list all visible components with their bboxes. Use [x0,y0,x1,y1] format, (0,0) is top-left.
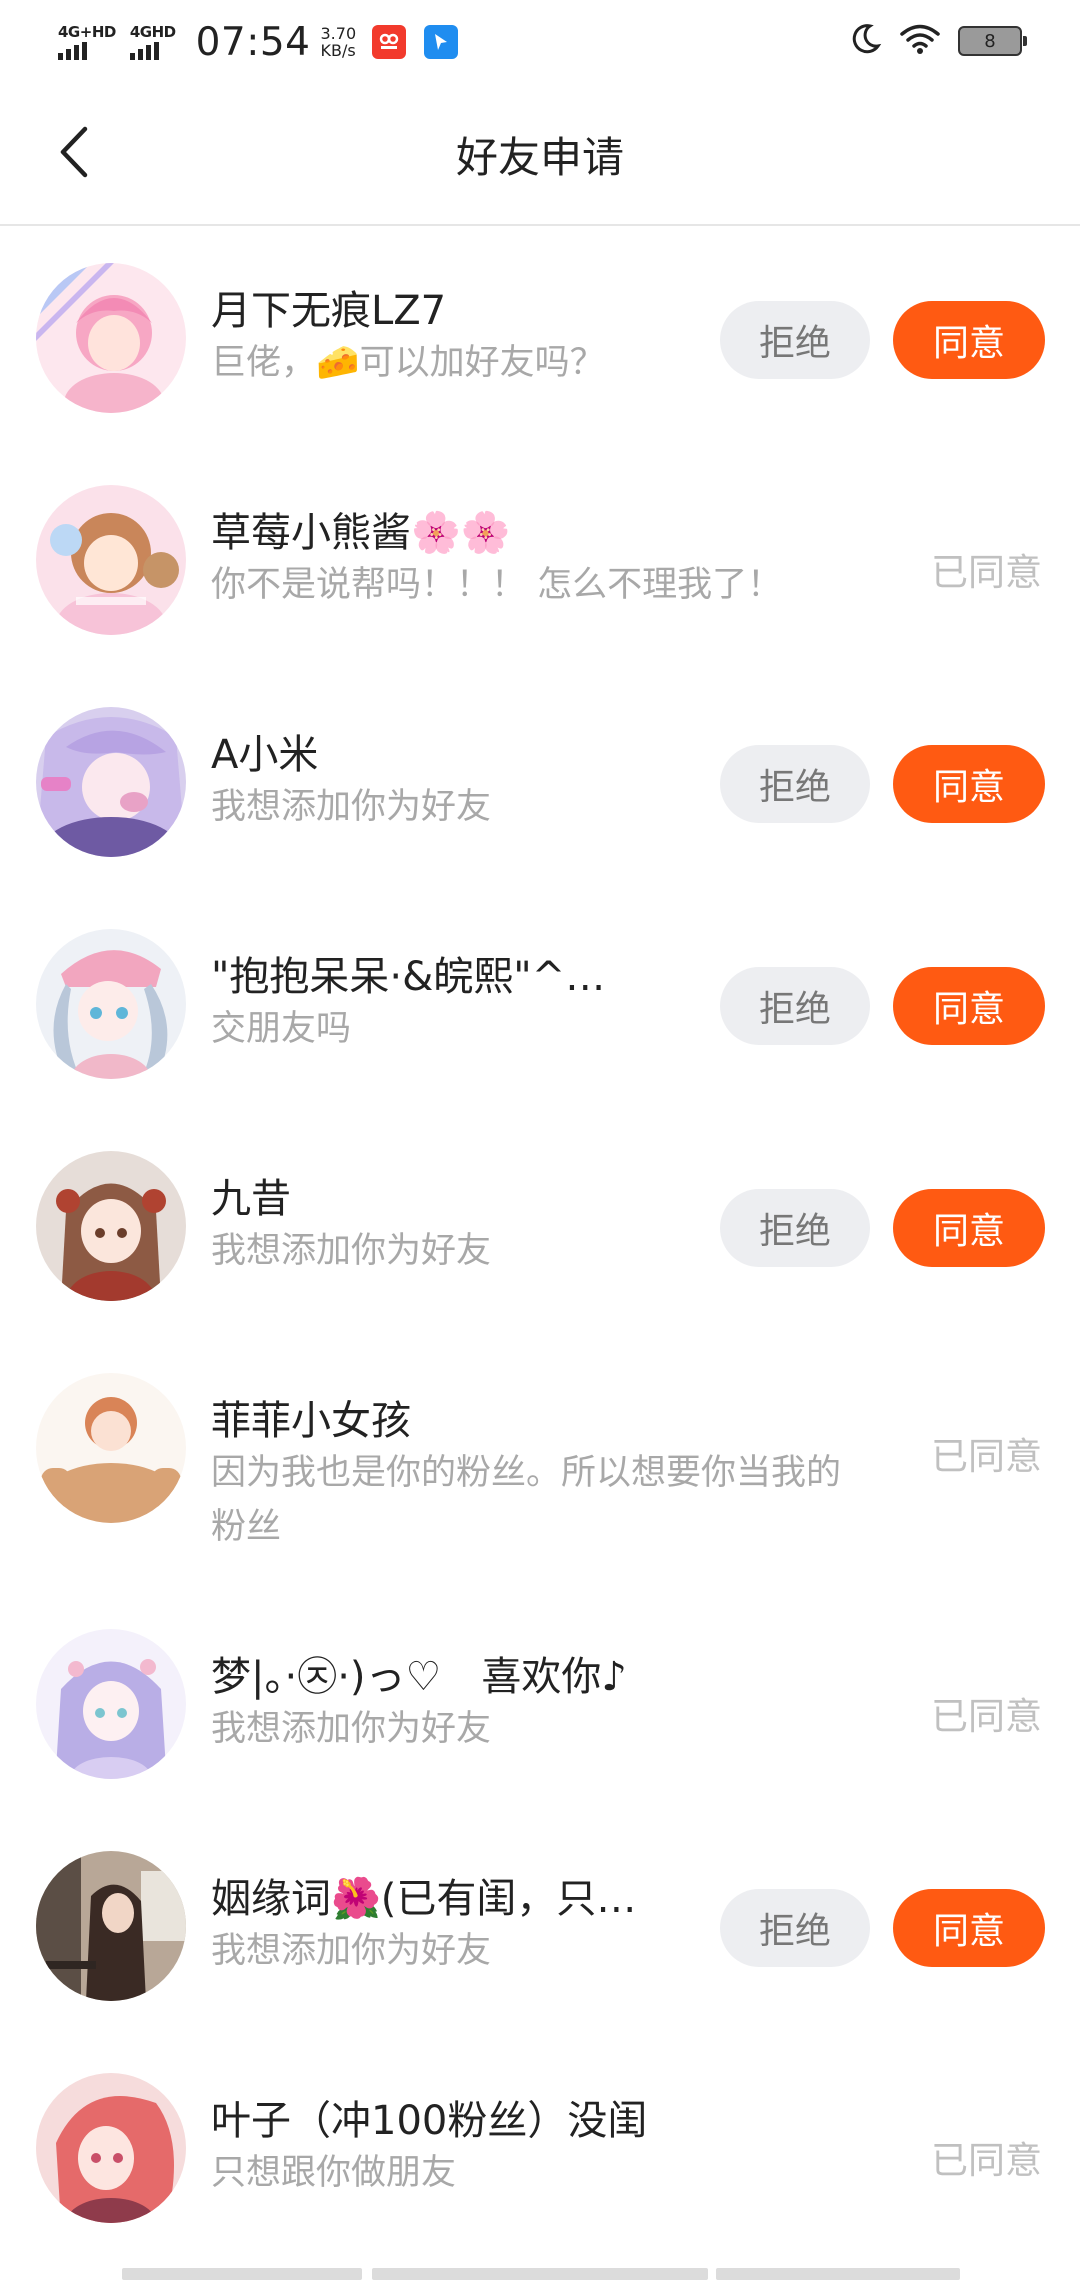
request-texts: A小米 我想添加你为好友 [211,730,491,834]
friend-request-row: 梦|。·㉨·)っ♡ 喜欢你♪ 我想添加你为好友 已同意 [0,1604,1080,1826]
signal-sim1-label: 4G+HD [58,23,116,41]
agree-button[interactable]: 同意 [893,1889,1045,1967]
request-texts: "抱抱呆呆·&皖熙"^… 交朋友吗 [211,952,605,1056]
avatar[interactable] [36,1629,186,1779]
bottom-tab-segment [716,2268,960,2280]
reject-button[interactable]: 拒绝 [720,745,870,823]
friend-request-row: 叶子（冲100粉丝）没闺 只想跟你做朋友 已同意 [0,2048,1080,2270]
requester-name: 梦|。·㉨·)っ♡ 喜欢你♪ [211,1654,627,1700]
moon-icon [848,22,882,60]
requester-name: 姻缘词🌺(已有闺，只… [211,1876,637,1922]
request-message: 交朋友吗 [211,1009,352,1049]
navigation-app-icon [424,25,459,59]
agree-button[interactable]: 同意 [893,967,1045,1045]
request-message: 你不是说帮吗！！！ 怎么不理我了！ [211,565,783,605]
agreed-status: 已同意 [931,1435,1042,1478]
reject-button[interactable]: 拒绝 [720,967,870,1045]
signal-bars-icon [58,42,87,60]
network-speed-unit: KB/s [320,41,356,60]
avatar[interactable] [36,263,186,413]
requester-name: A小米 [211,732,319,778]
request-message: 只想跟你做朋友 [211,2153,457,2193]
friend-request-row: 姻缘词🌺(已有闺，只… 我想添加你为好友 拒绝 同意 [0,1826,1080,2048]
request-texts: 菲菲小女孩 因为我也是你的粉丝。所以想要你当我的粉丝 [211,1396,871,1554]
request-message: 我想添加你为好友 [211,1709,492,1749]
agree-button[interactable]: 同意 [893,745,1045,823]
requester-name: 菲菲小女孩 [211,1398,411,1444]
avatar[interactable] [36,1373,186,1523]
avatar[interactable] [36,929,186,1079]
friend-request-row: 草莓小熊酱🌸🌸 你不是说帮吗！！！ 怎么不理我了！ 已同意 [0,460,1080,682]
request-texts: 姻缘词🌺(已有闺，只… 我想添加你为好友 [211,1874,636,1978]
bottom-tab-bar [0,2268,1080,2280]
requester-name: 月下无痕LZ7 [211,288,447,334]
request-texts: 月下无痕LZ7 巨佬，🧀可以加好友吗？ [211,286,605,390]
screen: 4G+HD 4GHD 07:54 3.70 KB/s 8 好友申请 月下无痕LZ… [0,0,1080,2280]
requester-name: 草莓小熊酱🌸🌸 [211,510,511,556]
signal-sim2-label: 4GHD [129,23,176,41]
request-message: 巨佬，🧀可以加好友吗？ [211,343,605,383]
bottom-tab-segment [122,2268,362,2280]
reject-button[interactable]: 拒绝 [720,301,870,379]
signal-sim2: 4GHD [129,23,176,60]
request-message: 因为我也是你的粉丝。所以想要你当我的粉丝 [211,1453,842,1547]
agree-button[interactable]: 同意 [893,1189,1045,1267]
avatar[interactable] [36,2073,186,2223]
request-texts: 梦|。·㉨·)っ♡ 喜欢你♪ 我想添加你为好友 [211,1652,627,1756]
wifi-icon [900,23,940,59]
signal-bars-icon [129,42,159,60]
reject-button[interactable]: 拒绝 [720,1189,870,1267]
requester-name: 叶子（冲100粉丝）没闺 [211,2098,648,2144]
avatar[interactable] [36,1151,186,1301]
agreed-status: 已同意 [931,2139,1042,2182]
avatar[interactable] [36,485,186,635]
avatar[interactable] [36,707,186,857]
requester-name: "抱抱呆呆·&皖熙"^… [211,954,606,1000]
status-right-group: 8 [848,22,1027,60]
agreed-status: 已同意 [931,551,1042,594]
request-texts: 叶子（冲100粉丝）没闺 只想跟你做朋友 [211,2096,647,2200]
network-speed-value: 3.70 [320,24,357,43]
battery-level: 8 [984,30,996,52]
status-bar: 4G+HD 4GHD 07:54 3.70 KB/s 8 [0,0,1080,84]
status-time: 07:54 [195,19,311,65]
nav-bar: 好友申请 [0,84,1080,226]
avatar[interactable] [36,1851,186,2001]
friend-request-row: 九昔 我想添加你为好友 拒绝 同意 [0,1126,1080,1348]
request-texts: 草莓小熊酱🌸🌸 你不是说帮吗！！！ 怎么不理我了！ [211,508,782,612]
signal-sim1: 4G+HD [58,24,116,60]
page-title: 好友申请 [455,132,624,182]
request-message: 我想添加你为好友 [211,787,492,827]
friend-request-row: 月下无痕LZ7 巨佬，🧀可以加好友吗？ 拒绝 同意 [0,238,1080,460]
friend-request-row: A小米 我想添加你为好友 拒绝 同意 [0,682,1080,904]
bottom-tab-segment [372,2268,708,2280]
agree-button[interactable]: 同意 [893,301,1045,379]
network-speed: 3.70 KB/s [321,25,357,59]
request-message: 我想添加你为好友 [211,1231,492,1271]
agreed-status: 已同意 [931,1695,1042,1738]
friend-request-row: 菲菲小女孩 因为我也是你的粉丝。所以想要你当我的粉丝 已同意 [0,1348,1080,1604]
app-notification-icon [372,25,407,59]
request-texts: 九昔 我想添加你为好友 [211,1174,491,1278]
request-message: 我想添加你为好友 [211,1931,492,1971]
friend-request-row: "抱抱呆呆·&皖熙"^… 交朋友吗 拒绝 同意 [0,904,1080,1126]
battery-icon: 8 [958,26,1027,56]
reject-button[interactable]: 拒绝 [720,1889,870,1967]
requester-name: 九昔 [211,1176,291,1222]
